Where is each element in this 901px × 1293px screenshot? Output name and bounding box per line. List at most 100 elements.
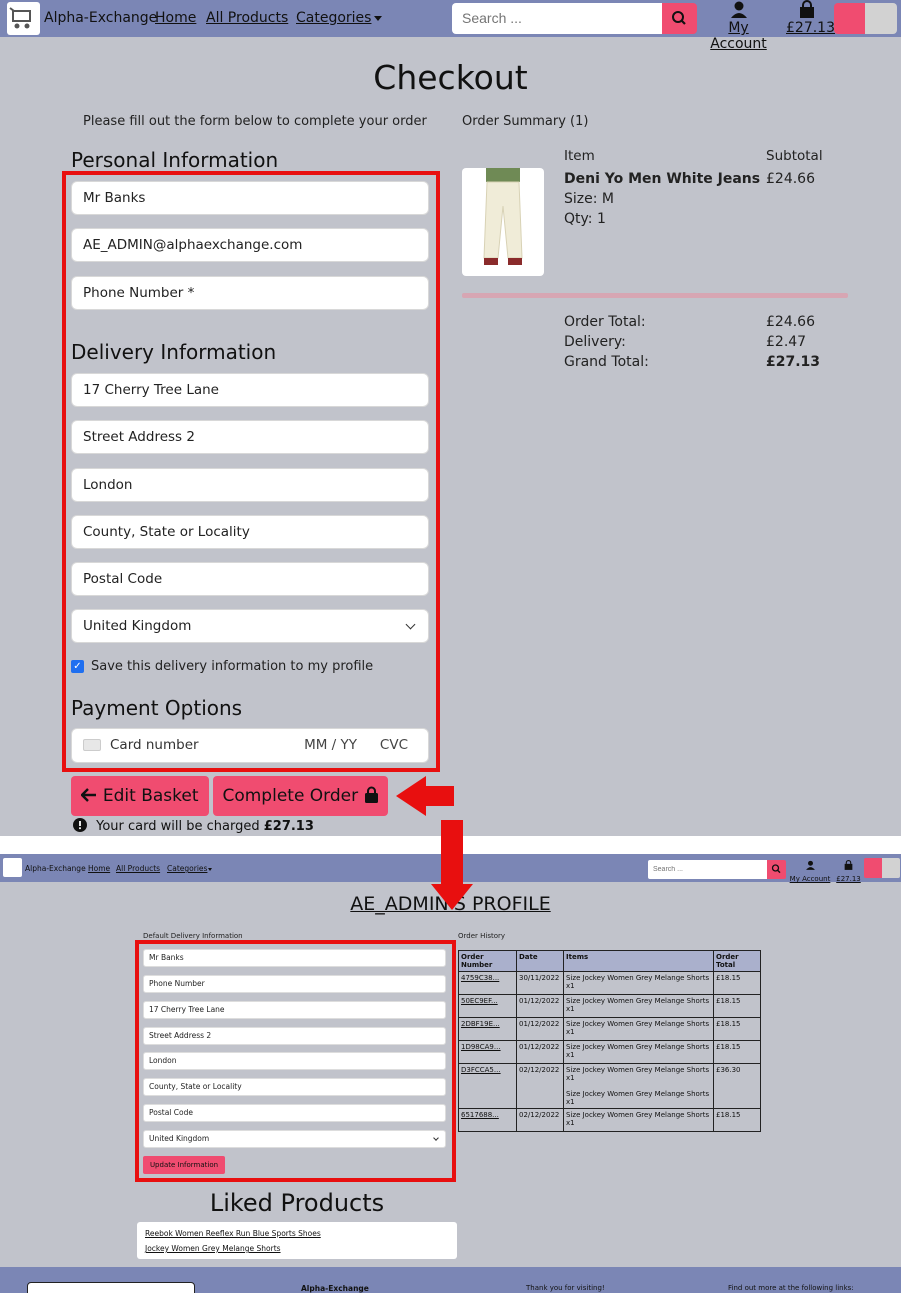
profile-street1-field[interactable]: 17 Cherry Tree Lane bbox=[143, 1001, 446, 1019]
profile-nav-categories-dropdown[interactable]: Categories bbox=[167, 864, 213, 873]
order-number-link[interactable]: 6517688... bbox=[461, 1111, 499, 1119]
profile-street2-field[interactable]: Street Address 2 bbox=[143, 1027, 446, 1045]
profile-phone-field[interactable]: Phone Number bbox=[143, 975, 446, 993]
order-history-heading: Order History bbox=[458, 932, 506, 940]
profile-basket-total: £27.13 bbox=[836, 875, 861, 883]
profile-search-button[interactable] bbox=[767, 860, 786, 879]
order-number-link[interactable]: 4759C38... bbox=[461, 974, 499, 982]
search-input[interactable] bbox=[452, 3, 662, 34]
order-items: Size Jockey Women Grey Melange Shorts x1 bbox=[563, 1108, 714, 1132]
profile-site-logo[interactable] bbox=[3, 858, 22, 877]
col-date: Date bbox=[516, 950, 564, 972]
credit-card-icon bbox=[83, 739, 101, 751]
profile-country-select[interactable]: United Kingdom bbox=[143, 1130, 446, 1148]
annotation-arrow-left-shaft bbox=[425, 786, 454, 806]
summary-divider bbox=[462, 293, 848, 298]
default-delivery-heading: Default Delivery Information bbox=[143, 932, 243, 940]
categories-label: Categories bbox=[296, 10, 372, 26]
profile-postcode-field[interactable]: Postal Code bbox=[143, 1104, 446, 1122]
save-info-label: Save this delivery information to my pro… bbox=[91, 659, 374, 674]
product-size: Size: M bbox=[564, 191, 614, 207]
update-information-button[interactable]: Update Information bbox=[143, 1156, 225, 1174]
checkout-intro: Please fill out the form below to comple… bbox=[83, 114, 427, 129]
profile-county-field[interactable]: County, State or Locality bbox=[143, 1078, 446, 1096]
card-element[interactable]: Card number MM / YY CVC bbox=[71, 728, 429, 763]
profile-search-input[interactable] bbox=[648, 860, 767, 879]
subtotal-column-header: Subtotal bbox=[766, 148, 823, 164]
edit-basket-button[interactable]: Edit Basket bbox=[71, 776, 209, 816]
product-image bbox=[462, 168, 544, 276]
phone-field[interactable]: Phone Number * bbox=[71, 276, 429, 310]
country-select[interactable]: United Kingdom bbox=[71, 609, 429, 643]
order-items: Size Jockey Women Grey Melange Shorts x1 bbox=[563, 1040, 714, 1064]
profile-theme-toggle-grey[interactable] bbox=[882, 858, 900, 878]
charge-notice: Your card will be charged £27.13 bbox=[73, 818, 314, 834]
full-name-field[interactable]: Mr Banks bbox=[71, 181, 429, 215]
theme-toggle-grey[interactable] bbox=[865, 3, 897, 34]
search-icon bbox=[771, 864, 781, 874]
order-number-link[interactable]: 50EC9EF... bbox=[461, 997, 498, 1005]
county-field[interactable]: County, State or Locality bbox=[71, 515, 429, 549]
user-icon bbox=[805, 860, 815, 870]
col-order-number: Order Number bbox=[458, 950, 517, 972]
annotation-arrow-down-head bbox=[431, 884, 473, 910]
complete-order-button[interactable]: Complete Order bbox=[213, 776, 388, 816]
site-logo[interactable] bbox=[7, 2, 40, 35]
caret-down-icon bbox=[208, 867, 213, 871]
my-account-label: My Account bbox=[710, 20, 767, 52]
table-row: 50EC9EF... 01/12/2022 Size Jockey Women … bbox=[458, 994, 761, 1018]
street-address-2-field[interactable]: Street Address 2 bbox=[71, 420, 429, 454]
nav-categories-dropdown[interactable]: Categories bbox=[296, 10, 383, 26]
profile-my-account-link[interactable]: My Account bbox=[788, 856, 832, 883]
profile-nav-home-link[interactable]: Home bbox=[88, 864, 110, 873]
liked-product-link[interactable]: Jockey Women Grey Melange Shorts bbox=[145, 1241, 449, 1256]
footer-thanks: Thank you for visiting! bbox=[526, 1284, 605, 1292]
my-account-link[interactable]: My Account bbox=[700, 0, 777, 52]
save-info-checkbox[interactable]: ✓ bbox=[71, 660, 84, 673]
chevron-down-icon bbox=[433, 1135, 439, 1141]
profile-town-field[interactable]: London bbox=[143, 1052, 446, 1070]
town-field[interactable]: London bbox=[71, 468, 429, 502]
order-number-link[interactable]: D3FCCA5... bbox=[461, 1066, 501, 1074]
table-row: 1D98CA9... 01/12/2022 Size Jockey Women … bbox=[458, 1040, 761, 1064]
product-qty: Qty: 1 bbox=[564, 211, 606, 227]
nav-all-products-link[interactable]: All Products bbox=[206, 10, 288, 26]
search-button[interactable] bbox=[662, 3, 697, 34]
footer-brand: Alpha-Exchange bbox=[301, 1284, 369, 1293]
order-total-label: Order Total: bbox=[564, 314, 646, 330]
email-field[interactable]: AE_ADMIN@alphaexchange.com bbox=[71, 228, 429, 262]
shopping-bag-icon bbox=[800, 0, 814, 18]
nav-home-link[interactable]: Home bbox=[155, 10, 196, 26]
profile-theme-toggle-pink[interactable] bbox=[864, 858, 882, 878]
order-number-link[interactable]: 2DBF19E... bbox=[461, 1020, 500, 1028]
basket-total: £27.13 bbox=[786, 20, 835, 36]
order-items: Size Jockey Women Grey Melange Shorts x1 bbox=[563, 971, 714, 995]
brand-name[interactable]: Alpha-Exchange bbox=[44, 10, 157, 26]
postcode-field[interactable]: Postal Code bbox=[71, 562, 429, 596]
basket-link[interactable]: £27.13 bbox=[786, 0, 835, 36]
profile-brand-name[interactable]: Alpha-Exchange bbox=[25, 864, 86, 873]
order-total: £36.30 bbox=[713, 1063, 761, 1109]
order-number-link[interactable]: 1D98CA9... bbox=[461, 1043, 501, 1051]
order-date: 30/11/2022 bbox=[516, 971, 564, 995]
profile-nav-all-products-link[interactable]: All Products bbox=[116, 864, 160, 873]
footer-newsletter-input[interactable] bbox=[27, 1282, 195, 1293]
order-summary-heading: Order Summary (1) bbox=[462, 114, 589, 129]
profile-basket-link[interactable]: £27.13 bbox=[836, 856, 861, 883]
order-items: Size Jockey Women Grey Melange Shorts x1… bbox=[563, 1063, 714, 1109]
annotation-arrow-down-shaft bbox=[441, 820, 463, 884]
item-column-header: Item bbox=[564, 148, 595, 164]
grand-total-value: £27.13 bbox=[766, 354, 821, 370]
order-date: 02/12/2022 bbox=[516, 1108, 564, 1132]
liked-product-link[interactable]: Reebok Women Reeflex Run Blue Sports Sho… bbox=[145, 1226, 449, 1241]
profile-full-name-field[interactable]: Mr Banks bbox=[143, 949, 446, 967]
order-total-value: £24.66 bbox=[766, 314, 815, 330]
col-order-total: Order Total bbox=[713, 950, 761, 972]
profile-categories-label: Categories bbox=[167, 864, 208, 873]
street-address-1-field[interactable]: 17 Cherry Tree Lane bbox=[71, 373, 429, 407]
lock-icon bbox=[364, 786, 378, 803]
profile-my-account-label: My Account bbox=[789, 875, 831, 883]
charge-notice-text: Your card will be charged bbox=[96, 819, 260, 834]
table-row: 6517688... 02/12/2022 Size Jockey Women … bbox=[458, 1108, 761, 1132]
theme-toggle-pink[interactable] bbox=[834, 3, 865, 34]
